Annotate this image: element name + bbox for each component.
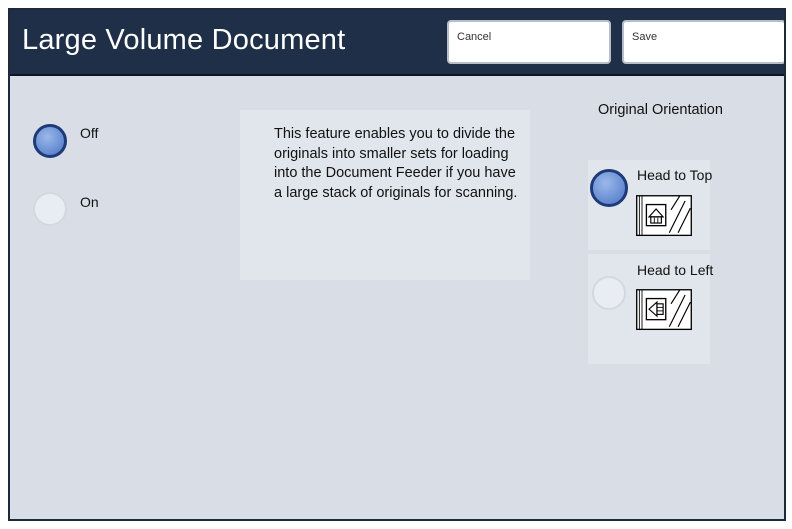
head-to-left-icon [636,289,692,331]
orientation-title: Original Orientation [598,102,723,118]
cancel-button[interactable]: Cancel [447,20,611,64]
head-to-left-label: Head to Left [637,262,714,278]
option-on-label: On [80,194,99,210]
radio-selected-icon[interactable] [33,124,67,158]
radio-unselected-icon[interactable] [33,192,67,226]
save-button[interactable]: Save [622,20,784,64]
head-to-top-label: Head to Top [637,167,713,183]
large-volume-document-window: Large Volume Document Cancel Save Off On… [8,8,786,521]
feature-description: This feature enables you to divide the o… [274,126,518,201]
radio-selected-icon[interactable] [590,169,628,207]
radio-unselected-icon[interactable] [592,276,626,310]
option-off-label: Off [80,125,99,141]
page-title: Large Volume Document [22,24,346,56]
title-bar: Large Volume Document Cancel Save [10,10,784,76]
head-to-top-icon [636,195,692,237]
